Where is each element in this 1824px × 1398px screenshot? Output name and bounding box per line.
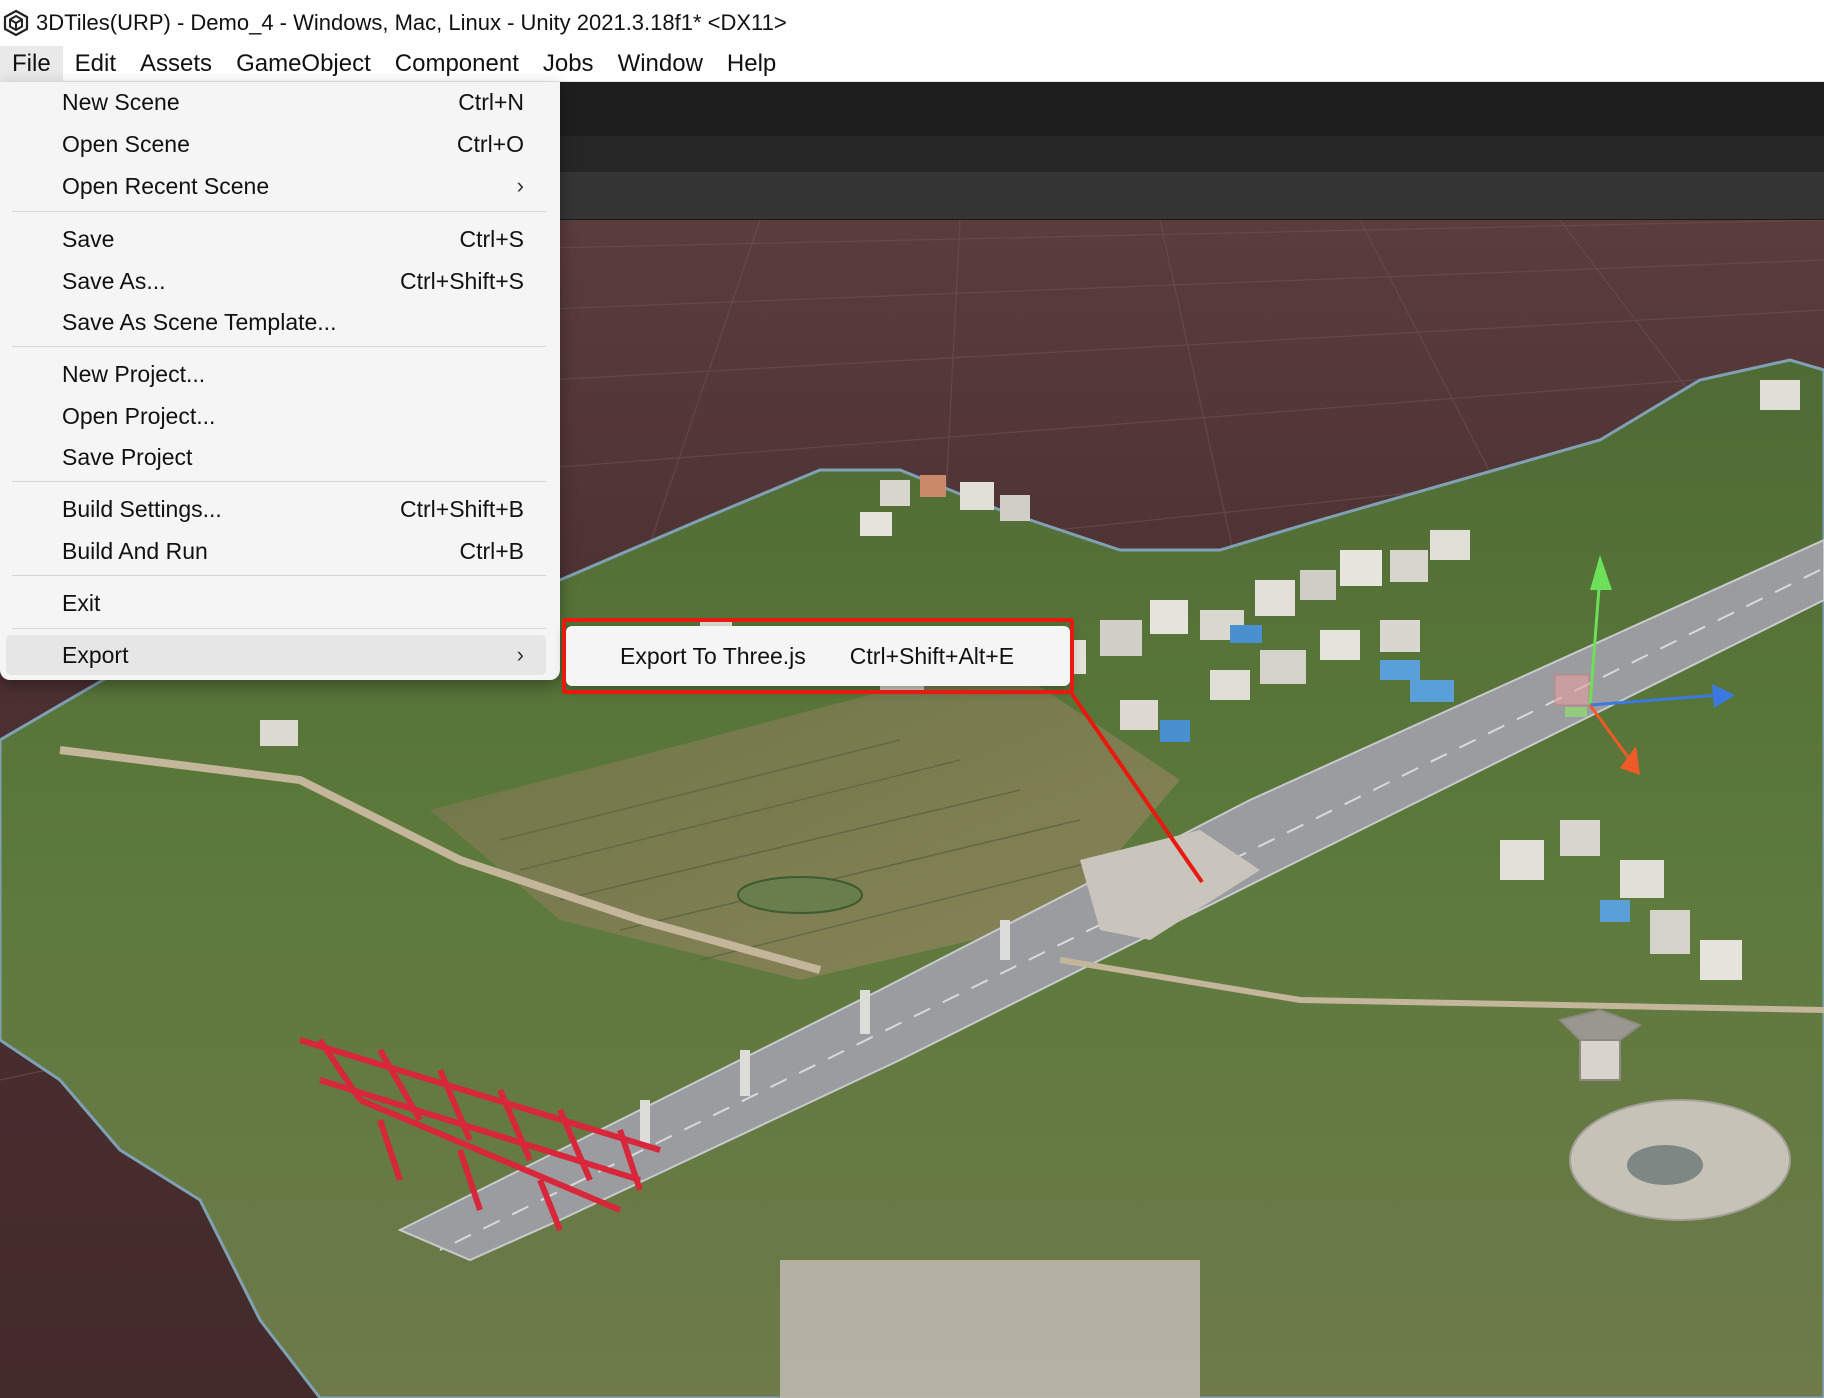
chevron-right-icon: › (516, 642, 524, 667)
menu-item-label: Open Scene (62, 130, 190, 157)
menu-item-new-project[interactable]: New Project... (6, 354, 546, 394)
menu-item-open-project[interactable]: Open Project... (6, 396, 546, 436)
menu-item-build-and-run[interactable]: Build And Run Ctrl+B (6, 531, 546, 571)
menu-help[interactable]: Help (715, 46, 788, 82)
menu-item-open-scene[interactable]: Open Scene Ctrl+O (6, 124, 546, 164)
parking-lot (780, 1260, 1200, 1398)
menu-item-shortcut: Ctrl+B (459, 537, 524, 564)
menu-item-label: Exit (62, 589, 101, 616)
menu-item-label: Open Recent Scene (62, 172, 270, 199)
menu-item-shortcut: Ctrl+O (456, 130, 524, 157)
file-menu-dropdown: New Scene Ctrl+N Open Scene Ctrl+O Open … (0, 82, 560, 680)
menu-item-label: Save (62, 225, 115, 252)
menu-assets[interactable]: Assets (128, 46, 224, 82)
menu-item-build-settings[interactable]: Build Settings... Ctrl+Shift+B (6, 489, 546, 529)
menu-item-label: Export (62, 641, 129, 668)
unity-logo-icon (3, 9, 29, 37)
menu-separator (12, 628, 546, 629)
menu-separator (12, 211, 546, 212)
menu-item-label: New Project... (62, 360, 206, 387)
menu-window[interactable]: Window (606, 46, 715, 82)
menu-item-save-project[interactable]: Save Project (6, 437, 546, 477)
menu-item-label: New Scene (62, 88, 180, 115)
menu-item-label: Save As Scene Template... (62, 308, 337, 335)
menu-item-label: Build Settings... (62, 495, 222, 522)
menu-item-new-scene[interactable]: New Scene Ctrl+N (6, 82, 546, 122)
menu-item-shortcut: Ctrl+Shift+Alt+E (849, 642, 1015, 669)
menu-item-exit[interactable]: Exit (6, 583, 546, 623)
chevron-right-icon: › (516, 173, 524, 198)
menu-component[interactable]: Component (383, 46, 531, 82)
menu-item-label: Build And Run (62, 537, 208, 564)
menu-item-label: Open Project... (62, 402, 216, 429)
menu-file[interactable]: File (0, 45, 63, 82)
menu-item-shortcut: Ctrl+Shift+B (400, 495, 524, 522)
export-submenu[interactable]: Export To Three.js Ctrl+Shift+Alt+E (566, 626, 1070, 686)
pond (737, 876, 863, 914)
window-title: 3DTiles(URP) - Demo_4 - Windows, Mac, Li… (36, 10, 787, 35)
menu-item-label: Save Project (62, 443, 193, 470)
menu-item-save-as[interactable]: Save As... Ctrl+Shift+S (6, 261, 546, 301)
menu-item-export-to-threejs[interactable]: Export To Three.js (620, 643, 806, 670)
menu-item-save[interactable]: Save Ctrl+S (6, 219, 546, 259)
menu-separator (12, 346, 546, 347)
menu-separator (12, 481, 546, 482)
menu-item-shortcut: Ctrl+Shift+S (400, 267, 524, 294)
menu-item-shortcut: Ctrl+N (458, 88, 524, 115)
menu-edit[interactable]: Edit (63, 46, 128, 82)
window-titlebar: 3DTiles(URP) - Demo_4 - Windows, Mac, Li… (0, 0, 1824, 46)
menu-item-save-as-scene-template[interactable]: Save As Scene Template... (6, 302, 546, 342)
menu-gameobject[interactable]: GameObject (224, 46, 383, 82)
menu-item-label: Save As... (62, 267, 166, 294)
menu-item-export[interactable]: Export › (6, 635, 546, 675)
main-menubar: File Edit Assets GameObject Component Jo… (0, 45, 1824, 82)
menu-item-open-recent-scene[interactable]: Open Recent Scene › (6, 166, 546, 206)
menu-jobs[interactable]: Jobs (531, 46, 606, 82)
menu-separator (12, 575, 546, 576)
menu-item-shortcut: Ctrl+S (459, 225, 524, 252)
